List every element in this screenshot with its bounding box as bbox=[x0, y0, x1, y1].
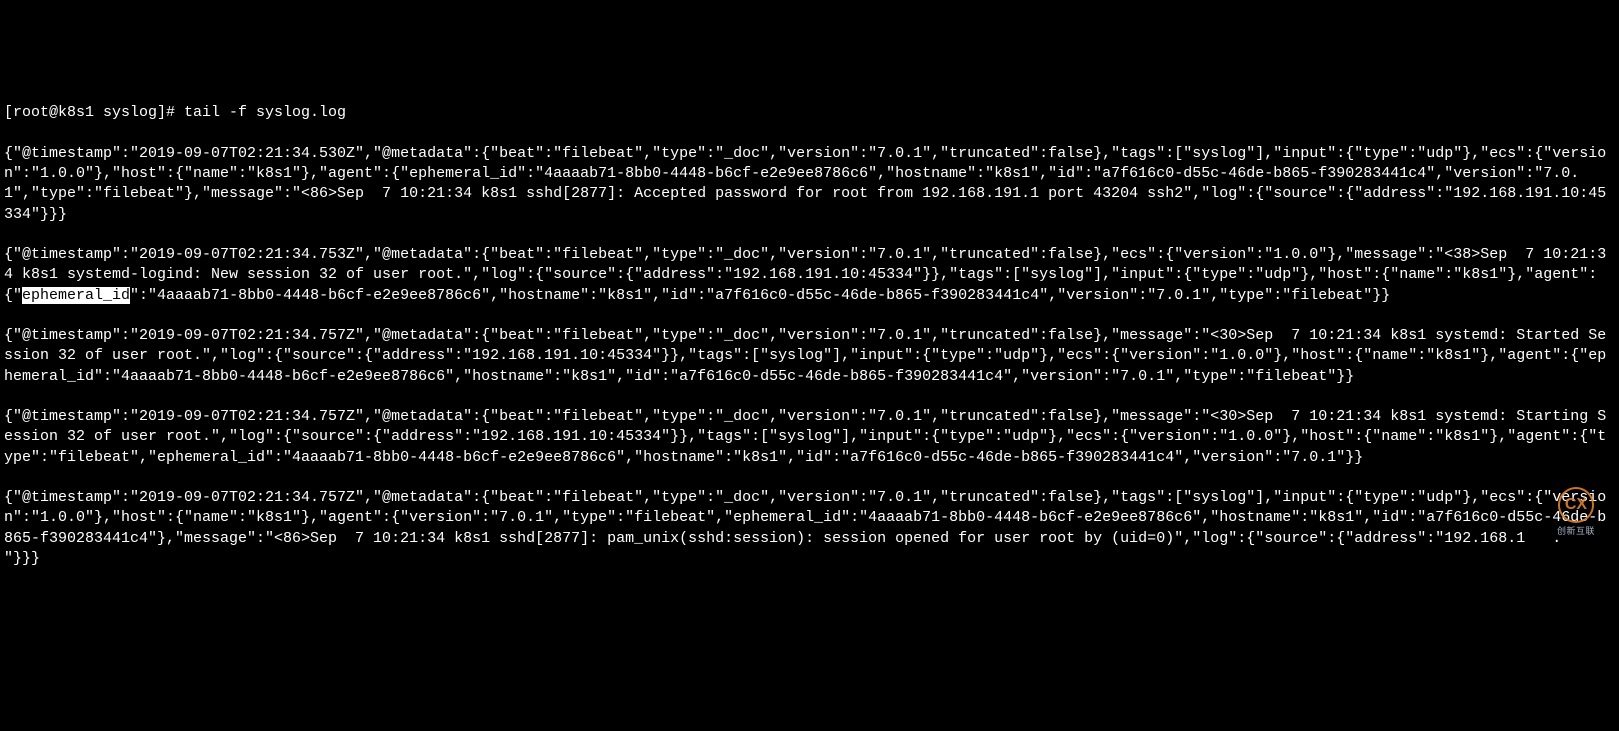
command-prompt-line: [root@k8s1 syslog]# tail -f syslog.log bbox=[4, 103, 1615, 123]
watermark-logo: CX 创新互联 bbox=[1541, 487, 1611, 537]
highlighted-text: ephemeral_id bbox=[22, 287, 130, 304]
log-line: {"@timestamp":"2019-09-07T02:21:34.757Z"… bbox=[4, 326, 1615, 387]
terminal-output[interactable]: [root@k8s1 syslog]# tail -f syslog.log {… bbox=[4, 83, 1615, 589]
watermark-circle-icon: CX bbox=[1558, 487, 1594, 523]
log-line: {"@timestamp":"2019-09-07T02:21:34.757Z"… bbox=[4, 488, 1615, 569]
watermark-label: 创新互联 bbox=[1557, 525, 1595, 537]
log-line: {"@timestamp":"2019-09-07T02:21:34.753Z"… bbox=[4, 245, 1615, 306]
log-line: {"@timestamp":"2019-09-07T02:21:34.530Z"… bbox=[4, 144, 1615, 225]
log-line: {"@timestamp":"2019-09-07T02:21:34.757Z"… bbox=[4, 407, 1615, 468]
